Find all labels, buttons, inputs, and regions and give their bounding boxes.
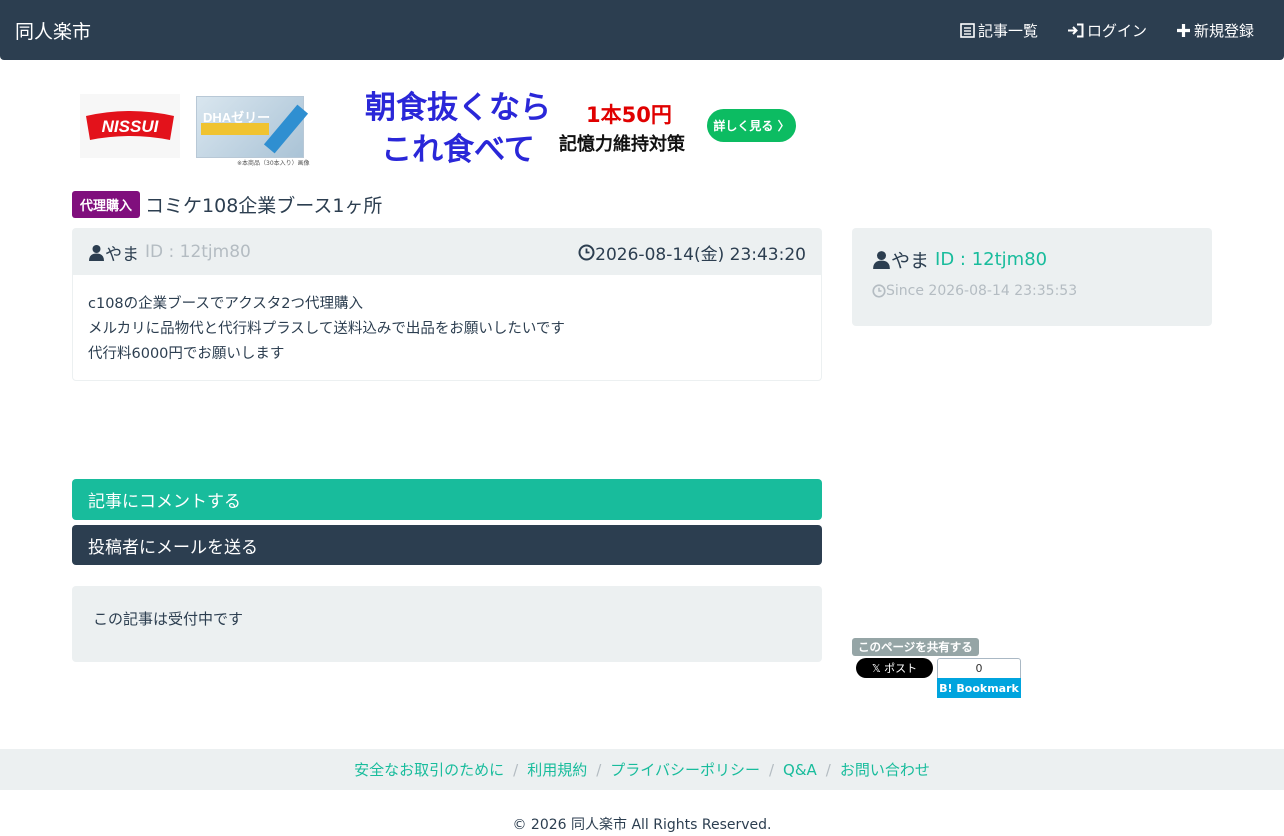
poster-profile-panel: やま ID : 12tjm80 Since 2026-08-14 23:35:5… <box>852 228 1212 326</box>
footer-link-privacy[interactable]: プライバシーポリシー <box>610 759 760 780</box>
plus-icon <box>1176 23 1190 37</box>
list-icon <box>960 22 975 38</box>
post-author[interactable]: やま ID : 12tjm80 <box>88 240 251 265</box>
nav-article-list-label: 記事一覧 <box>977 21 1038 40</box>
ad-headline-line2: これ食べて <box>381 132 535 168</box>
clock-icon <box>872 284 886 298</box>
post-header: やま ID : 12tjm80 2026-08-14(金) 23:43:20 <box>73 229 821 275</box>
post-date: 2026-08-14(金) 23:43:20 <box>578 240 806 265</box>
post-body-line: c108の企業ブースでアクスタ2つ代理購入 <box>88 296 363 312</box>
ad-price: 1本50円 <box>586 103 672 127</box>
share-label: このページを共有する <box>852 638 979 656</box>
send-mail-button[interactable]: 投稿者にメールを送る <box>72 525 822 565</box>
footer-separator: / <box>596 760 602 779</box>
footer-separator: / <box>768 760 775 779</box>
poster-profile[interactable]: やま ID : 12tjm80 <box>872 246 1192 273</box>
poster-id: ID : 12tjm80 <box>935 249 1048 270</box>
ad-headline: 朝食抜くなら これ食べて <box>358 87 558 171</box>
footer-links: 安全なお取引のために / 利用規約 / プライバシーポリシー / Q&A / お… <box>0 749 1284 790</box>
ad-banner[interactable]: NISSUI DHAゼリー ※本商品（30本入り）画像 朝食抜くなら これ食べて… <box>80 90 796 168</box>
poster-name: やま <box>891 250 930 272</box>
footer-separator: / <box>825 760 831 779</box>
footer-separator: / <box>513 760 519 779</box>
clock-icon <box>578 244 595 260</box>
nav-register-label: 新規登録 <box>1193 21 1254 40</box>
hatena-bookmark-button[interactable]: B! Bookmark <box>937 678 1021 698</box>
comment-button[interactable]: 記事にコメントする <box>72 479 822 520</box>
poster-since-text: Since 2026-08-14 23:35:53 <box>886 283 1078 299</box>
nav-register[interactable]: 新規登録 <box>1176 20 1254 41</box>
user-icon <box>89 244 104 261</box>
login-icon <box>1067 23 1084 37</box>
poster-since: Since 2026-08-14 23:35:53 <box>872 283 1192 299</box>
nav-login-label: ログイン <box>1086 21 1147 40</box>
x-post-button[interactable]: 𝕏 ポスト <box>856 658 933 678</box>
post-panel: やま ID : 12tjm80 2026-08-14(金) 23:43:20 c… <box>72 228 822 381</box>
category-badge: 代理購入 <box>72 191 141 218</box>
ad-headline-line1: 朝食抜くなら <box>365 90 551 126</box>
site-brand[interactable]: 同人楽市 <box>15 17 91 44</box>
post-author-id: ID : 12tjm80 <box>145 242 251 262</box>
post-date-text: 2026-08-14(金) 23:43:20 <box>595 244 806 265</box>
ad-subtext: 記憶力維持対策 <box>559 134 685 155</box>
product-stripe <box>201 123 269 135</box>
nav-links: 記事一覧 ログイン 新規登録 <box>931 0 1254 60</box>
product-note: ※本商品（30本入り）画像 <box>237 160 310 167</box>
post-body-line: メルカリに品物代と代行料プラスして送料込みで出品をお願いしたいです <box>88 321 565 337</box>
page-title: コミケ108企業ブース1ヶ所 <box>145 195 383 217</box>
article-title-row: 代理購入 コミケ108企業ブース1ヶ所 <box>72 191 382 218</box>
footer-link-terms[interactable]: 利用規約 <box>527 759 587 780</box>
top-navbar: 同人楽市 記事一覧 ログイン 新規登録 <box>0 0 1284 60</box>
post-author-name: やま <box>105 244 139 265</box>
footer-link-safety[interactable]: 安全なお取引のために <box>354 759 504 780</box>
nav-article-list[interactable]: 記事一覧 <box>960 20 1038 41</box>
footer-link-qa[interactable]: Q&A <box>783 761 817 779</box>
status-message: この記事は受付中です <box>72 586 822 662</box>
hatena-bookmark-count: 0 <box>937 658 1021 679</box>
product-image: DHAゼリー ※本商品（30本入り）画像 <box>196 96 310 167</box>
nav-login[interactable]: ログイン <box>1067 20 1147 41</box>
user-icon <box>873 251 890 269</box>
product-stick <box>263 104 309 154</box>
footer-link-contact[interactable]: お問い合わせ <box>840 759 930 780</box>
nissui-logo-text: NISSUI <box>102 117 160 136</box>
post-body-line: 代行料6000円でお願いします <box>88 346 285 362</box>
post-body: c108の企業ブースでアクスタ2つ代理購入 メルカリに品物代と代行料プラスして送… <box>73 275 821 384</box>
ad-details-button[interactable]: 詳しく見る 〉 <box>707 109 796 142</box>
copyright: © 2026 同人楽市 All Rights Reserved. <box>512 817 772 833</box>
nissui-logo: NISSUI <box>80 94 180 158</box>
